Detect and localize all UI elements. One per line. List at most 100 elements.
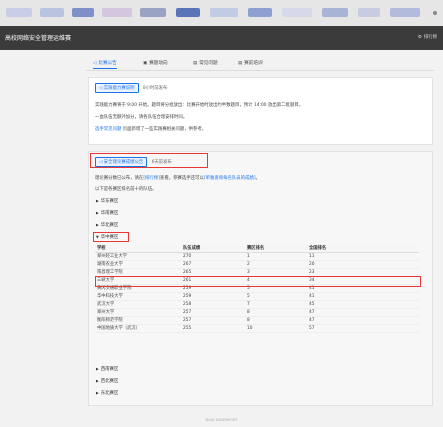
region-east-china[interactable]: ▶ 华东赛区 — [96, 198, 118, 204]
national-rank-cell: 20 — [307, 260, 419, 269]
school-cell: 武汉大学 — [95, 300, 181, 309]
member-score-link[interactable]: [单独查询每名队员的成绩] — [204, 176, 256, 181]
caret-right-icon: ▶ — [96, 379, 99, 383]
table-row: 中国地质大学（武汉） 255 10 57 — [95, 324, 419, 333]
region-rank-cell: 5 — [245, 292, 307, 301]
national-rank-cell: 11 — [307, 252, 419, 261]
tab-training[interactable]: ▤ 赛前培训 — [238, 57, 263, 69]
blurred-tab — [358, 8, 380, 17]
national-rank-cell: 57 — [307, 324, 419, 333]
publish-time: 8小时前发布 — [143, 86, 168, 91]
blurred-tab — [40, 8, 64, 17]
announcement-text: 选手常见问题 页面新增了一些实践赛相关问题，供参考。 — [95, 126, 206, 132]
blurred-tab — [140, 8, 166, 17]
region-northwest[interactable]: ▶ 西北赛区 — [96, 378, 118, 384]
site-title[interactable]: 高校网络安全管理运维赛 — [5, 33, 71, 42]
national-rank-cell: 47 — [307, 308, 419, 317]
footer-text: BLUE DAVENPORT — [205, 418, 238, 422]
megaphone-icon: ◁ — [93, 61, 97, 66]
blurred-tab — [176, 8, 200, 17]
announcement-text: 实践能力赛将于 9:00 开始。题目将分批放出：比赛开始时放出约半数题目，预计 … — [95, 103, 304, 108]
tab-faq[interactable]: ▤ 常见问题 — [193, 57, 218, 69]
region-northeast[interactable]: ▶ 东北赛区 — [96, 390, 118, 396]
region-rank-cell: 8 — [245, 308, 307, 317]
region-label: 华北赛区 — [100, 223, 119, 228]
settings-icon: ⚙ — [417, 35, 422, 40]
blurred-tab — [282, 8, 312, 17]
faq-link[interactable]: 选手常见问题 — [95, 127, 121, 132]
tab-announcements[interactable]: ◁ 比赛公告 — [93, 57, 117, 69]
score-cell: 257 — [181, 308, 245, 317]
browser-menu-icon[interactable] — [433, 11, 437, 15]
notebook-icon: ▣ — [143, 61, 148, 66]
tab-bar: ◁ 比赛公告 ▣ 赛题动向 ▤ 常见问题 ▤ 赛前培训 — [93, 57, 433, 71]
score-cell: 259 — [181, 292, 245, 301]
national-rank-cell: 41 — [307, 292, 419, 301]
highlight-box — [93, 232, 129, 242]
ranking-link[interactable]: ⚙ 排行榜 — [418, 34, 437, 40]
region-rank-cell: 3 — [245, 268, 307, 277]
region-label: 华东赛区 — [100, 199, 119, 204]
table-row: 衡阳师范学院 257 8 47 — [95, 316, 419, 325]
text-segment: 查看。参赛选手还可以 — [159, 176, 204, 181]
tab-challenge-updates[interactable]: ▣ 赛题动向 — [143, 57, 168, 69]
document-icon: ▤ — [193, 61, 198, 66]
caret-right-icon: ▶ — [96, 211, 99, 215]
announcement-text: 一血队伍无额外加分，请各队伍合理安排时间。 — [95, 115, 188, 120]
region-southwest[interactable]: ▶ 西南赛区 — [96, 366, 118, 372]
announcement-text: 以下是各赛区排名前十的队伍。 — [95, 187, 157, 192]
announcement-header: ◁ 实践能力赛说明 8小时前发布 — [95, 83, 167, 93]
region-label: 西北赛区 — [100, 379, 119, 384]
announcement-tag: ◁ 实践能力赛说明 — [95, 83, 139, 93]
tab-label: 赛前培训 — [244, 61, 263, 66]
column-header: 赛区排名 — [245, 244, 307, 253]
highlight-box — [95, 276, 421, 287]
national-rank-cell: 47 — [307, 316, 419, 325]
region-label: 西南赛区 — [100, 367, 119, 372]
school-cell: 湖南农业大学 — [95, 260, 181, 269]
score-cell: 267 — [181, 260, 245, 269]
text-segment: 理论赛分数已公布，请在 — [95, 176, 144, 181]
blurred-tab — [390, 8, 420, 17]
site-header: 高校网络安全管理运维赛 ⚙ 排行榜 — [0, 26, 443, 50]
table-row: 华中科技大学 259 5 41 — [95, 292, 419, 301]
tab-label: 赛题动向 — [149, 61, 168, 66]
score-cell: 255 — [181, 324, 245, 333]
score-cell: 270 — [181, 252, 245, 261]
national-rank-cell: 23 — [307, 268, 419, 277]
school-cell: 南昌理工学院 — [95, 268, 181, 277]
document-icon: ▤ — [238, 61, 243, 66]
ranking-label: 排行榜 — [423, 35, 437, 40]
region-rank-cell: 10 — [245, 324, 307, 333]
blurred-tab — [322, 8, 348, 17]
table-row: 湖南农业大学 267 2 20 — [95, 260, 419, 269]
table-row: 武汉大学 258 7 45 — [95, 300, 419, 309]
tab-label: 常见问题 — [199, 61, 218, 66]
table-row: 南昌理工学院 265 3 23 — [95, 268, 419, 277]
tab-divider — [86, 70, 434, 71]
table-row: 郑州轻工业大学 270 1 11 — [95, 252, 419, 261]
table-header-row: 学校 队伍成绩 赛区排名 全国排名 — [95, 244, 419, 253]
announcement-text: 理论赛分数已公布，请在[排行榜]查看。参赛选手还可以[单独查询每名队员的成绩]。 — [95, 175, 260, 181]
caret-right-icon: ▶ — [96, 367, 99, 371]
region-south-china[interactable]: ▶ 华南赛区 — [96, 210, 118, 216]
region-label: 华南赛区 — [100, 211, 119, 216]
table-row: 郑州大学 257 8 47 — [95, 308, 419, 317]
region-rank-cell: 1 — [245, 252, 307, 261]
caret-right-icon: ▶ — [96, 391, 99, 395]
school-cell: 华中科技大学 — [95, 292, 181, 301]
region-rank-cell: 8 — [245, 316, 307, 325]
ranking-table: 学校 队伍成绩 赛区排名 全国排名 郑州轻工业大学 270 1 11 湖南农业大学 26… — [95, 244, 419, 333]
score-cell: 258 — [181, 300, 245, 309]
column-header: 学校 — [95, 244, 181, 253]
tab-label: 比赛公告 — [98, 61, 117, 66]
blurred-tab — [6, 8, 32, 17]
highlight-box — [90, 153, 208, 168]
region-north-china[interactable]: ▶ 华北赛区 — [96, 222, 118, 228]
blurred-tab — [102, 8, 132, 17]
blurred-tab — [248, 8, 272, 17]
ranking-link-inline[interactable]: [排行榜] — [143, 176, 160, 181]
blurred-tab — [72, 8, 94, 17]
column-header: 全国排名 — [307, 244, 419, 253]
caret-right-icon: ▶ — [96, 199, 99, 203]
